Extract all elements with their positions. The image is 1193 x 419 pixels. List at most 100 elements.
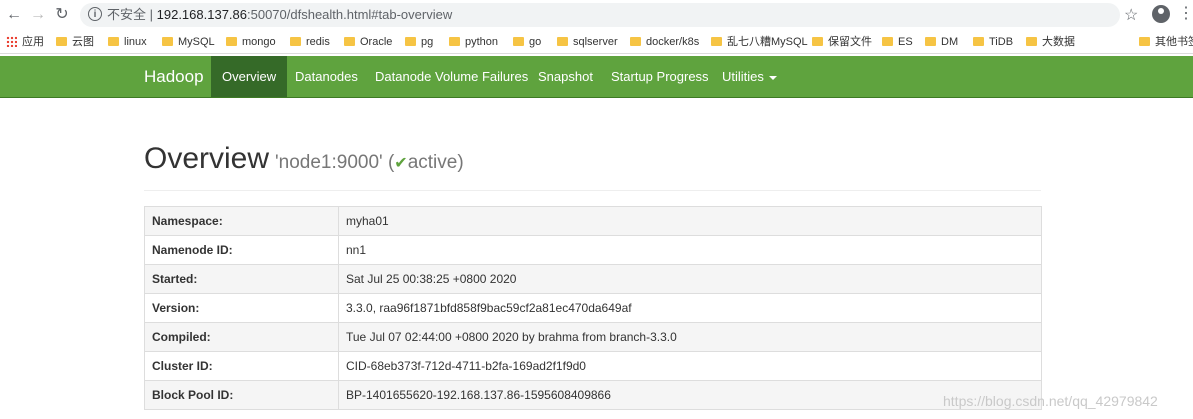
forward-arrow-icon[interactable]: →: [28, 5, 48, 25]
tab-startup-progress[interactable]: Startup Progress: [600, 56, 720, 97]
row-key: Namenode ID:: [144, 235, 339, 265]
bookmarks-bar: 应用 云图 linux MySQL mongo redis Oracle pg …: [0, 30, 1193, 54]
tab-datanode-volume-failures[interactable]: Datanode Volume Failures: [364, 56, 539, 97]
brand-logo-text[interactable]: Hadoop: [144, 56, 204, 97]
bookmark-label: MySQL: [178, 36, 215, 48]
bookmark-label: 大数据: [1042, 36, 1075, 48]
bookmark-label: Oracle: [360, 36, 393, 48]
bookmark-label: 云图: [72, 36, 94, 48]
bookmark-item[interactable]: TiDB: [973, 34, 1013, 50]
folder-icon: [344, 36, 355, 46]
row-value: Sat Jul 25 00:38:25 +0800 2020: [338, 264, 1042, 294]
page-header: Overview'node1:9000' (✔active): [144, 138, 1041, 191]
browser-toolbar: ← → ↻ i 不安全 | 192.168.137.86:50070/dfshe…: [0, 0, 1193, 31]
folder-icon: [925, 36, 936, 46]
security-label: 不安全: [107, 7, 147, 22]
row-value: 3.3.0, raa96f1871bfd858f9bac59cf2a81ec47…: [338, 293, 1042, 323]
node-status: active: [407, 152, 458, 173]
title-text: Overview: [144, 142, 270, 175]
bookmark-label: TiDB: [989, 36, 1014, 48]
url-text[interactable]: 不安全 | 192.168.137.86:50070/dfshealth.htm…: [107, 3, 452, 27]
row-value: nn1: [338, 235, 1042, 265]
tab-snapshot[interactable]: Snapshot: [527, 56, 604, 97]
folder-icon: [973, 36, 984, 46]
bookmark-item[interactable]: ES: [882, 34, 913, 50]
bookmark-label: DM: [941, 36, 959, 48]
bookmark-label: 保留文件: [828, 36, 872, 48]
watermark: https://blog.csdn.net/qq_42979842: [943, 393, 1158, 409]
bookmark-item[interactable]: MySQL: [162, 34, 215, 50]
folder-icon: [162, 36, 173, 46]
bookmark-label: docker/k8s: [646, 36, 700, 48]
bookmark-item[interactable]: sqlserver: [557, 34, 618, 50]
bookmark-label: ES: [898, 36, 913, 48]
folder-icon: [557, 36, 568, 46]
bookmark-apps[interactable]: 应用: [6, 34, 44, 50]
bookmark-item[interactable]: linux: [108, 34, 147, 50]
address-bar[interactable]: i 不安全 | 192.168.137.86:50070/dfshealth.h…: [80, 3, 1120, 27]
bookmark-item[interactable]: 保留文件: [812, 34, 872, 50]
table-row: Cluster ID: CID-68eb373f-712d-4711-b2fa-1…: [144, 351, 1042, 381]
bookmark-label: python: [465, 36, 499, 48]
bookmark-item[interactable]: python: [449, 34, 498, 50]
tab-overview[interactable]: Overview: [211, 56, 288, 97]
table-row: Namespace: myha01: [144, 206, 1042, 236]
folder-icon: [1026, 36, 1037, 46]
table-row: Block Pool ID: BP-1401655620-192.168.137.…: [144, 380, 1042, 410]
row-value: BP-1401655620-192.168.137.86-15956084098…: [338, 380, 1042, 410]
bookmark-item[interactable]: pg: [405, 34, 433, 50]
bookmark-item[interactable]: redis: [290, 34, 330, 50]
row-key: Namespace:: [144, 206, 339, 236]
folder-icon: [711, 36, 722, 46]
bookmark-label: 其他书签: [1155, 36, 1193, 48]
bookmark-item[interactable]: mongo: [226, 34, 276, 50]
row-key: Compiled:: [144, 322, 339, 352]
tab-datanodes[interactable]: Datanodes: [284, 56, 369, 97]
bookmark-item[interactable]: docker/k8s: [630, 34, 699, 50]
table-row: Namenode ID: nn1: [144, 235, 1042, 265]
utilities-dropdown[interactable]: Utilities: [711, 56, 788, 97]
utilities-label: Utilities: [722, 69, 764, 84]
folder-icon: [1139, 36, 1150, 46]
row-value: myha01: [338, 206, 1042, 236]
back-arrow-icon[interactable]: ←: [4, 5, 24, 25]
bookmark-item[interactable]: 大数据: [1026, 34, 1075, 50]
bookmark-label: 乱七八糟MySQL: [727, 36, 808, 48]
bookmark-label: mongo: [242, 36, 276, 48]
folder-icon: [630, 36, 641, 46]
checkmark-icon: ✔: [394, 155, 408, 172]
account-icon[interactable]: [1152, 5, 1170, 23]
apps-grid-icon: [6, 35, 17, 47]
table-row: Compiled: Tue Jul 07 02:44:00 +0800 2020 …: [144, 322, 1042, 352]
reload-icon[interactable]: ↻: [52, 5, 72, 25]
bookmark-other[interactable]: 其他书签: [1139, 34, 1193, 50]
folder-icon: [405, 36, 416, 46]
row-key: Started:: [144, 264, 339, 294]
row-key: Cluster ID:: [144, 351, 339, 381]
bookmark-item[interactable]: 乱七八糟MySQL: [711, 34, 808, 50]
hadoop-navbar: Hadoop Overview Datanodes Datanode Volum…: [0, 56, 1193, 98]
table-row: Version: 3.3.0, raa96f1871bfd858f9bac59cf…: [144, 293, 1042, 323]
folder-icon: [226, 36, 237, 46]
bookmark-item[interactable]: Oracle: [344, 34, 392, 50]
row-value: CID-68eb373f-712d-4711-b2fa-169ad2f1f9d0: [338, 351, 1042, 381]
info-icon[interactable]: i: [88, 7, 102, 21]
folder-icon: [882, 36, 893, 46]
url-host: 192.168.137.86: [156, 7, 247, 22]
bookmark-label: linux: [124, 36, 147, 48]
bookmark-item[interactable]: go: [513, 34, 541, 50]
bookmark-item[interactable]: DM: [925, 34, 958, 50]
folder-icon: [812, 36, 823, 46]
row-key: Block Pool ID:: [144, 380, 339, 410]
row-value: Tue Jul 07 02:44:00 +0800 2020 by brahma…: [338, 322, 1042, 352]
bookmark-star-icon[interactable]: ☆: [1124, 5, 1138, 25]
node-address: 'node1:9000': [275, 152, 383, 173]
url-path: :50070/dfshealth.html#tab-overview: [247, 7, 453, 22]
bookmark-label: go: [529, 36, 542, 48]
bookmark-item[interactable]: 云图: [56, 34, 94, 50]
folder-icon: [56, 36, 67, 46]
menu-kebab-icon[interactable]: ⋮: [1178, 4, 1193, 24]
page-subtitle: 'node1:9000' (✔active): [275, 152, 464, 173]
bookmark-label: pg: [421, 36, 434, 48]
overview-table: Namespace: myha01 Namenode ID: nn1 Started…: [144, 206, 1042, 410]
